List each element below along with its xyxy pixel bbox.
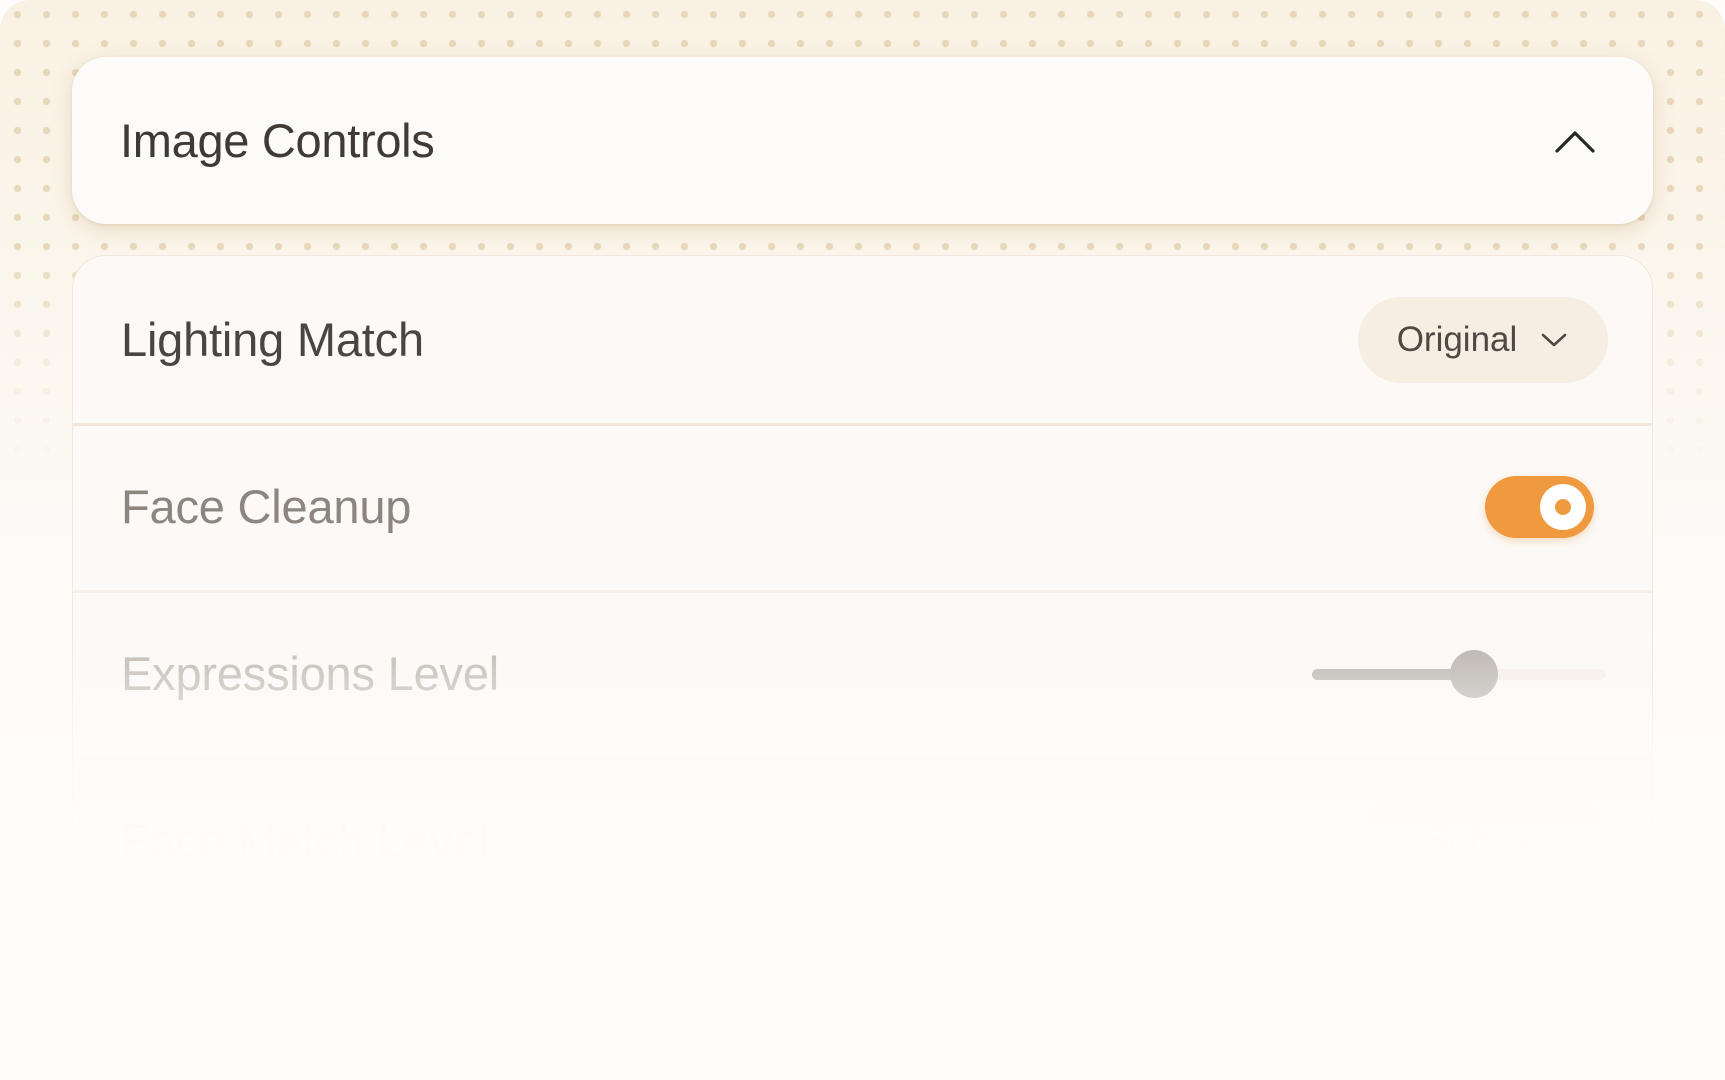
app-background: Image Controls Lighting Match Original F… [0,0,1725,872]
section-title: Image Controls [120,114,435,167]
face-cleanup-label: Face Cleanup [121,480,412,533]
face-match-level-label: Face Match Level [121,814,489,867]
expressions-level-label: Expressions Level [121,647,500,700]
chevron-down-icon [1510,831,1540,851]
chevron-down-icon [1539,330,1569,350]
lighting-match-value: Original [1396,319,1518,359]
face-match-level-dropdown[interactable]: Soft [1358,797,1608,872]
face-cleanup-row: Face Cleanup [73,423,1652,590]
face-match-level-value: Soft [1425,820,1489,860]
face-match-level-row: Face Match Level Soft [73,757,1652,872]
settings-panel: Lighting Match Original Face Cleanup Exp… [72,255,1653,872]
face-cleanup-toggle[interactable] [1485,475,1594,538]
lighting-match-label: Lighting Match [121,313,424,366]
expressions-level-slider[interactable] [1312,649,1606,698]
image-controls-header[interactable]: Image Controls [72,57,1653,224]
slider-thumb[interactable] [1449,649,1498,698]
toggle-indicator-icon [1555,498,1571,515]
chevron-up-icon[interactable] [1551,125,1599,157]
lighting-match-row: Lighting Match Original [73,256,1652,423]
expressions-level-row: Expressions Level [73,590,1652,757]
toggle-knob [1540,483,1586,530]
lighting-match-dropdown[interactable]: Original [1358,296,1608,383]
